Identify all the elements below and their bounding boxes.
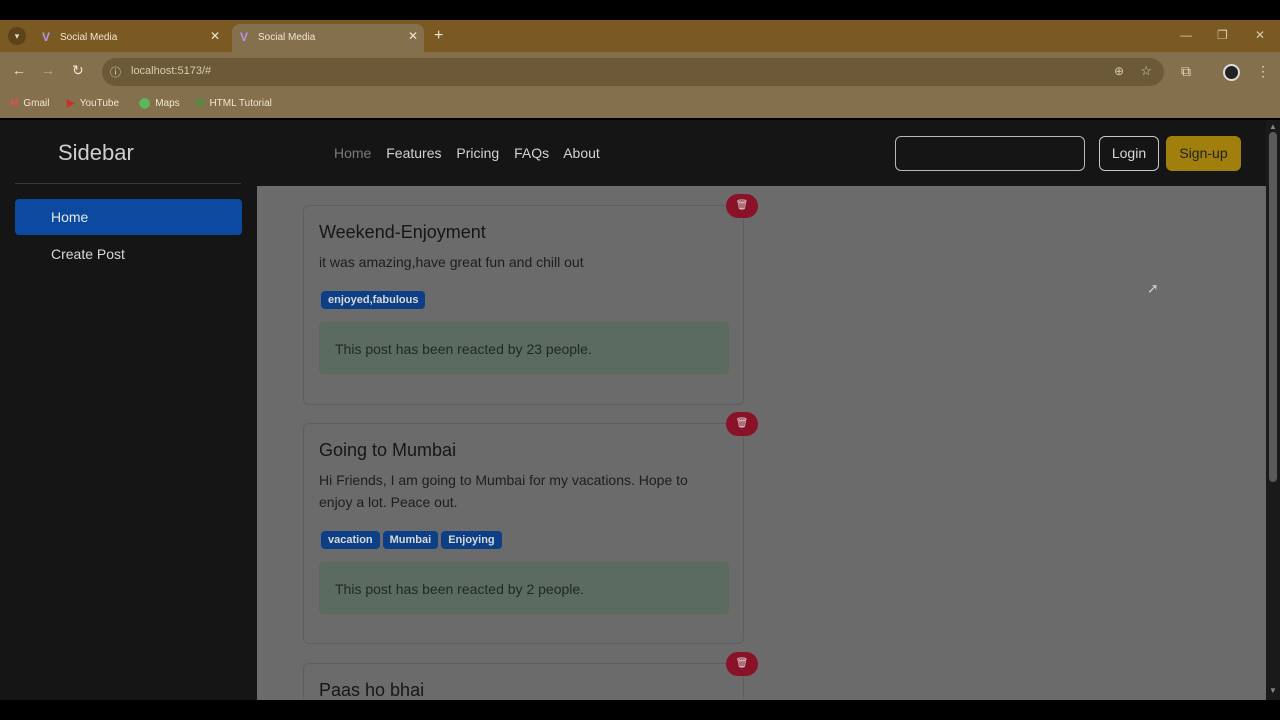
zoom-icon[interactable]: ⊕ (1114, 64, 1124, 78)
browser-tab-bar: ▾ V Social Media ✕ V Social Media ✕ + — … (0, 20, 1280, 52)
window-close-icon[interactable]: ✕ (1255, 28, 1265, 42)
url-text: localhost:5173/# (131, 65, 212, 77)
bookmark-label: Maps (155, 98, 180, 109)
vite-favicon-icon: V (240, 30, 249, 44)
post-list: Weekend-Enjoyment it was amazing,have gr… (257, 186, 1266, 700)
mouse-cursor-icon: ➚ (1147, 280, 1159, 296)
bookmark-maps[interactable]: ⬤ Maps (139, 98, 180, 109)
hashtag-badge: Mumbai (382, 531, 439, 549)
close-tab-icon[interactable]: ✕ (408, 29, 418, 43)
search-input[interactable] (895, 136, 1085, 171)
nav-pricing-link[interactable]: Pricing (456, 145, 499, 161)
post-body: Hi Friends, I am going to Mumbai for my … (319, 472, 688, 510)
bookmark-star-icon[interactable]: ☆ (1140, 63, 1152, 79)
bookmark-gmail[interactable]: M Gmail (10, 98, 49, 109)
bookmark-label: YouTube (79, 98, 119, 109)
nav-about-link[interactable]: About (563, 145, 600, 161)
sidebar-item-create-post[interactable]: Create Post (15, 236, 242, 272)
bookmark-label: Gmail (23, 98, 50, 109)
delete-post-button[interactable]: 🗑 (726, 652, 758, 676)
screen: ▾ V Social Media ✕ V Social Media ✕ + — … (0, 0, 1280, 720)
reaction-alert: This post has been reacted by 23 people. (319, 322, 729, 374)
nav-links: Home Features Pricing FAQs About (334, 145, 611, 161)
trash-icon: 🗑 (735, 200, 749, 211)
profile-avatar-icon[interactable] (1223, 64, 1240, 81)
scroll-up-arrow-icon[interactable]: ▲ (1269, 122, 1277, 131)
back-icon[interactable]: ← (12, 62, 26, 78)
hashtag-badge: vacation (321, 531, 380, 549)
post-title: Going to Mumbai (319, 440, 457, 460)
post-card: Weekend-Enjoyment it was amazing,have gr… (303, 205, 744, 405)
hashtag-badge: enjoyed,fabulous (321, 291, 426, 309)
post-title: Paas ho bhai (319, 680, 425, 700)
delete-post-button[interactable]: 🗑 (726, 412, 758, 436)
maps-icon: ⬤ (139, 98, 151, 109)
tab-title: Social Media (258, 32, 316, 43)
scroll-thumb[interactable] (1269, 132, 1277, 482)
forward-icon[interactable]: → (41, 62, 55, 78)
new-tab-icon[interactable]: + (434, 27, 443, 45)
nav-features-link[interactable]: Features (386, 145, 441, 161)
sidebar-divider (15, 183, 241, 184)
bookmark-youtube[interactable]: ▶ YouTube (67, 98, 119, 109)
delete-post-button[interactable]: 🗑 (726, 194, 758, 218)
trash-icon: 🗑 (735, 658, 749, 669)
post-card: Paas ho bhai (303, 663, 744, 700)
restore-icon[interactable]: ❐ (1217, 28, 1228, 42)
signup-button[interactable]: Sign-up (1166, 136, 1241, 171)
reload-icon[interactable]: ↻ (72, 62, 84, 79)
post-tags: enjoyed,fabulous (321, 290, 428, 309)
browser-tab-2[interactable]: V Social Media ✕ (232, 24, 424, 52)
scroll-down-arrow-icon[interactable]: ▼ (1269, 686, 1277, 695)
nav-home-link[interactable]: Home (334, 145, 371, 161)
youtube-icon: ▶ (67, 98, 75, 109)
tab-title: Social Media (60, 32, 118, 43)
browser-toolbar: ← → ↻ ⓘ localhost:5173/# ⊕ ☆ ⧉ ⋮ (0, 52, 1280, 92)
sidebar-item-home[interactable]: Home (15, 199, 242, 235)
page-scrollbar[interactable]: ▲ ▼ (1266, 120, 1280, 700)
post-tags: vacation Mumbai Enjoying (321, 530, 505, 549)
sidebar-brand[interactable]: Sidebar (58, 140, 134, 166)
close-tab-icon[interactable]: ✕ (210, 29, 220, 43)
gmail-icon: M (10, 98, 19, 109)
login-button[interactable]: Login (1099, 136, 1159, 171)
address-bar[interactable]: ⓘ localhost:5173/# ⊕ ☆ (102, 58, 1164, 86)
tab-search-chevron-icon[interactable]: ▾ (8, 27, 26, 45)
sidebar: Sidebar Home Create Post (0, 120, 257, 700)
vite-favicon-icon: V (42, 30, 51, 44)
post-title: Weekend-Enjoyment (319, 222, 486, 242)
trash-icon: 🗑 (735, 418, 749, 429)
w3schools-icon: W (195, 98, 205, 109)
browser-tab-1[interactable]: V Social Media ✕ (34, 24, 226, 52)
post-body: it was amazing,have great fun and chill … (319, 254, 584, 270)
nav-faqs-link[interactable]: FAQs (514, 145, 549, 161)
hashtag-badge: Enjoying (441, 531, 502, 549)
menu-kebab-icon[interactable]: ⋮ (1256, 63, 1270, 80)
post-card: Going to Mumbai Hi Friends, I am going t… (303, 423, 744, 644)
bookmark-label: HTML Tutorial (209, 98, 272, 109)
extensions-icon[interactable]: ⧉ (1181, 63, 1191, 80)
bookmark-html-tutorial[interactable]: W HTML Tutorial (195, 98, 272, 109)
reaction-alert: This post has been reacted by 2 people. (319, 562, 729, 614)
bookmarks-bar: M Gmail ▶ YouTube ⬤ Maps W HTML Tutorial (0, 92, 1280, 118)
site-info-icon[interactable]: ⓘ (110, 64, 121, 80)
web-page: Home Features Pricing FAQs About Login S… (0, 120, 1266, 700)
minimize-icon[interactable]: — (1180, 28, 1192, 42)
